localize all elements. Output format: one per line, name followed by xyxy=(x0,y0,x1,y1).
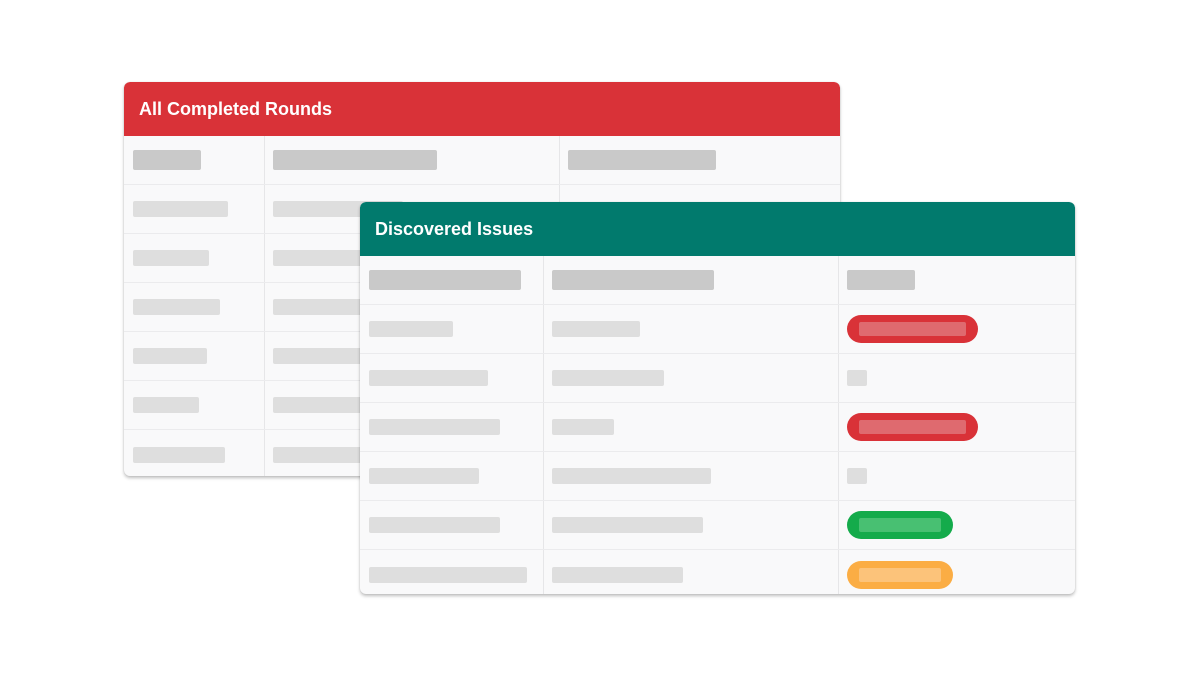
table-header-row xyxy=(360,256,1075,305)
table-cell xyxy=(124,234,264,282)
placeholder-bar xyxy=(369,321,453,337)
table-cell xyxy=(543,550,839,594)
table-cell xyxy=(360,256,543,304)
placeholder-bar xyxy=(273,150,437,170)
placeholder-bar xyxy=(369,370,488,386)
completed-rounds-header: All Completed Rounds xyxy=(124,82,840,136)
placeholder-bar xyxy=(847,270,915,290)
table-cell xyxy=(360,501,543,549)
table-cell xyxy=(838,550,1075,594)
placeholder-bar xyxy=(369,566,527,583)
placeholder-bar xyxy=(133,397,199,413)
placeholder-bar xyxy=(552,419,614,435)
table-cell xyxy=(360,354,543,402)
table-cell xyxy=(360,452,543,500)
table-cell xyxy=(838,305,1075,353)
placeholder-bar xyxy=(133,201,228,217)
placeholder-bar xyxy=(133,348,207,364)
table-cell xyxy=(124,185,264,233)
table-row[interactable] xyxy=(360,305,1075,354)
placeholder-bar xyxy=(369,468,479,484)
table-cell xyxy=(124,381,264,429)
table-cell xyxy=(124,136,264,184)
stage: All Completed Rounds Discovered Issues xyxy=(0,0,1200,676)
placeholder-bar xyxy=(133,299,220,315)
placeholder-bar xyxy=(369,270,521,290)
status-placeholder xyxy=(847,370,867,386)
placeholder-bar xyxy=(552,566,683,583)
table-cell xyxy=(838,354,1075,402)
table-row[interactable] xyxy=(360,501,1075,550)
table-header-row xyxy=(124,136,840,185)
discovered-issues-panel: Discovered Issues xyxy=(360,202,1075,594)
table-cell xyxy=(838,403,1075,451)
placeholder-bar xyxy=(133,446,225,463)
placeholder-bar xyxy=(369,517,500,533)
table-cell xyxy=(543,256,839,304)
table-cell xyxy=(543,354,839,402)
discovered-issues-title: Discovered Issues xyxy=(375,219,534,239)
table-cell xyxy=(559,136,840,184)
status-badge-red xyxy=(847,413,978,441)
table-cell xyxy=(543,501,839,549)
placeholder-bar xyxy=(552,468,711,484)
table-cell xyxy=(838,452,1075,500)
status-badge-green xyxy=(847,511,953,539)
table-cell xyxy=(124,332,264,380)
placeholder-bar xyxy=(552,321,640,337)
completed-rounds-title: All Completed Rounds xyxy=(139,99,332,119)
table-cell xyxy=(543,403,839,451)
status-placeholder xyxy=(847,468,867,484)
placeholder-bar xyxy=(133,150,201,170)
placeholder-bar xyxy=(369,419,500,435)
table-cell xyxy=(838,501,1075,549)
table-cell xyxy=(543,452,839,500)
table-cell xyxy=(124,283,264,331)
table-row[interactable] xyxy=(360,403,1075,452)
discovered-issues-table xyxy=(360,256,1075,594)
status-badge-red xyxy=(847,315,978,343)
table-row[interactable] xyxy=(360,354,1075,403)
placeholder-bar xyxy=(568,150,716,170)
table-cell xyxy=(264,136,560,184)
placeholder-bar xyxy=(552,370,664,386)
table-cell xyxy=(360,550,543,594)
placeholder-bar xyxy=(133,250,209,266)
discovered-issues-header: Discovered Issues xyxy=(360,202,1075,256)
table-cell xyxy=(360,403,543,451)
placeholder-bar xyxy=(552,517,703,533)
table-cell xyxy=(124,430,264,476)
status-badge-orange xyxy=(847,560,953,589)
placeholder-bar xyxy=(552,270,714,290)
table-row[interactable] xyxy=(360,452,1075,501)
table-row[interactable] xyxy=(360,550,1075,594)
table-cell xyxy=(543,305,839,353)
table-cell xyxy=(838,256,1075,304)
table-cell xyxy=(360,305,543,353)
